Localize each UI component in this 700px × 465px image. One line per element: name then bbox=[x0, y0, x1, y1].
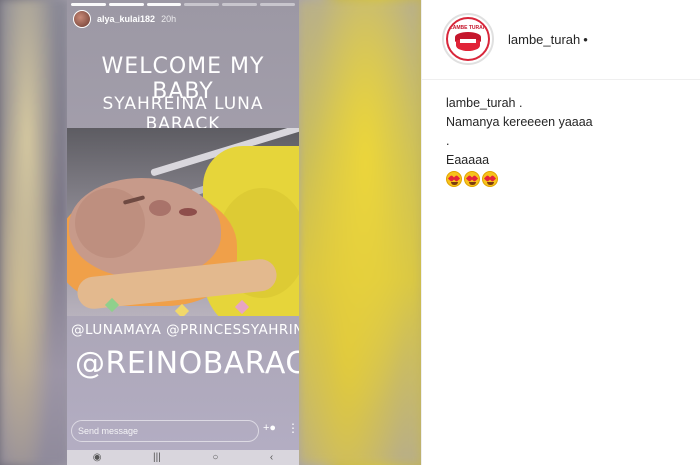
caption-author[interactable]: lambe_turah . bbox=[446, 94, 593, 113]
caption-line: . bbox=[446, 134, 450, 148]
post-header: LAMBE TURAH lambe_turah • bbox=[422, 0, 700, 80]
heart-eyes-emoji-icon bbox=[482, 171, 498, 187]
heart-eyes-emoji-icon bbox=[464, 171, 480, 187]
more-options-icon[interactable]: ⋮ bbox=[287, 421, 299, 435]
phone-navigation-bar: ◉ ||| ○ ‹ bbox=[67, 450, 299, 465]
story-mentions[interactable]: @LUNAMAYA @PRINCESSYAHRINI bbox=[71, 322, 299, 338]
assistant-icon[interactable]: ◉ bbox=[93, 452, 102, 463]
caption-line: Eaaaaa bbox=[446, 153, 490, 167]
add-person-icon[interactable]: +● bbox=[263, 422, 276, 434]
story-avatar[interactable] bbox=[73, 10, 91, 28]
post-caption: lambe_turah . Namanya kereeeen yaaaa . E… bbox=[446, 94, 593, 187]
send-message-input[interactable]: Send message bbox=[71, 420, 259, 442]
heart-eyes-emoji-icon bbox=[446, 171, 462, 187]
separator-dot: • bbox=[583, 32, 588, 47]
blurred-background-right bbox=[298, 0, 421, 465]
baby-photo bbox=[67, 128, 299, 316]
post-username: lambe_turah • bbox=[508, 32, 588, 47]
profile-avatar[interactable]: LAMBE TURAH bbox=[442, 13, 494, 65]
home-icon[interactable]: ○ bbox=[212, 452, 218, 463]
post-panel: LAMBE TURAH lambe_turah • lambe_turah . N… bbox=[421, 0, 700, 465]
story-header: alya_kulai182 20h bbox=[73, 10, 176, 28]
story-progress-bar bbox=[71, 3, 295, 6]
recent-apps-icon[interactable]: ||| bbox=[153, 452, 161, 463]
story-card[interactable]: alya_kulai182 20h WELCOME MY BABY SYAHRE… bbox=[67, 0, 299, 465]
story-timestamp: 20h bbox=[161, 14, 177, 24]
story-username[interactable]: alya_kulai182 bbox=[97, 14, 155, 24]
back-icon[interactable]: ‹ bbox=[270, 452, 273, 463]
story-mention-large[interactable]: @REINOBARACK bbox=[75, 346, 299, 381]
username-link[interactable]: lambe_turah bbox=[508, 32, 580, 47]
blurred-background-left bbox=[0, 0, 68, 465]
logo-text: LAMBE TURAH bbox=[449, 25, 487, 31]
lips-logo-icon: LAMBE TURAH bbox=[446, 17, 490, 61]
emoji-row bbox=[446, 171, 593, 187]
media-area: alya_kulai182 20h WELCOME MY BABY SYAHRE… bbox=[0, 0, 421, 465]
caption-line: Namanya kereeeen yaaaa bbox=[446, 115, 593, 129]
